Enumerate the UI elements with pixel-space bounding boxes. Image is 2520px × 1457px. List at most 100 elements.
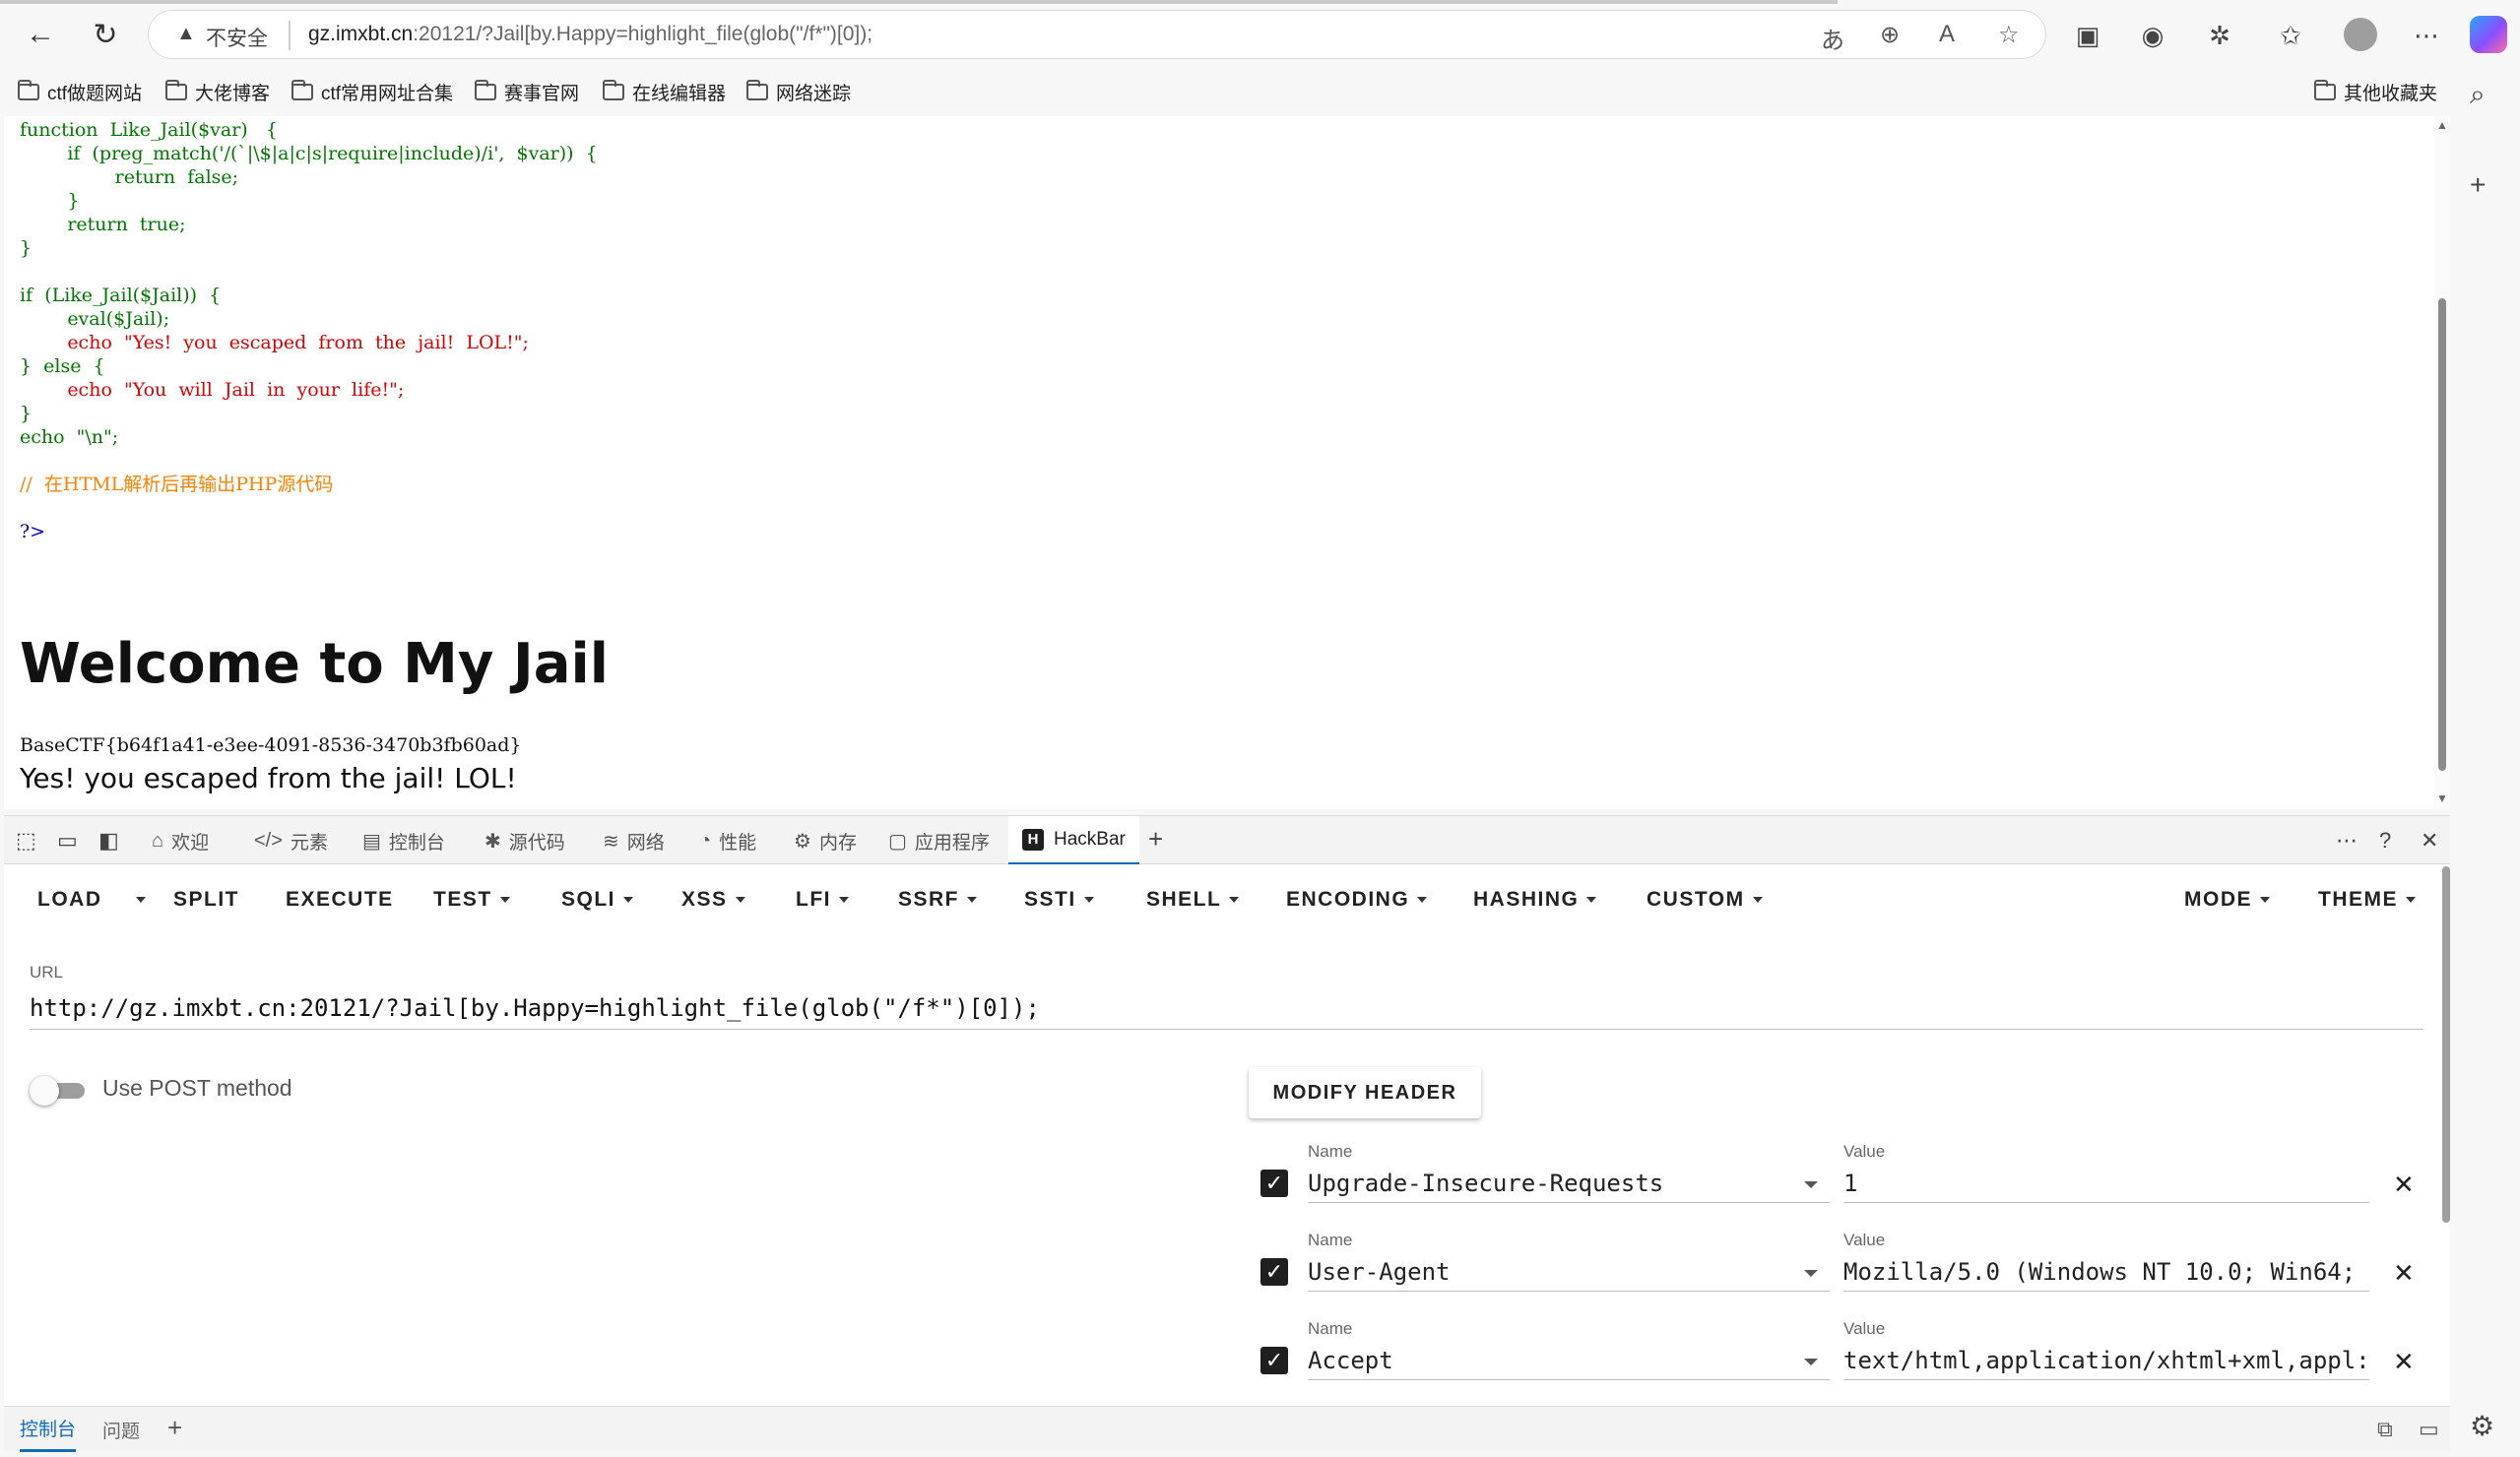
drawer-dock-icon[interactable]: ⧉ xyxy=(2377,1417,2393,1442)
remove-header-close-icon[interactable]: ✕ xyxy=(2393,1258,2415,1289)
split-button[interactable]: SPLIT xyxy=(173,888,239,912)
application-icon: ▢ xyxy=(888,830,907,853)
address-url[interactable]: gz.imxbt.cn:20121/?Jail[by.Happy=highlig… xyxy=(308,23,872,46)
dock-icon[interactable]: ◧ xyxy=(98,828,119,854)
add-tab-icon[interactable]: + xyxy=(1148,824,1163,855)
bookmark-folder[interactable]: 网络迷踪 xyxy=(746,75,851,108)
header-name-field[interactable]: User-Agent xyxy=(1308,1252,1830,1292)
translate-icon[interactable]: あ xyxy=(1821,21,1844,55)
read-aloud-icon[interactable]: A xyxy=(1939,21,1955,48)
back-icon[interactable]: ← xyxy=(20,14,61,55)
inspect-icon[interactable]: ⬚ xyxy=(16,828,36,854)
execute-button[interactable]: EXECUTE xyxy=(286,888,394,912)
extension-circle-icon[interactable]: ◉ xyxy=(2133,16,2172,55)
url-input[interactable] xyxy=(30,986,2423,1030)
scrollbar-thumb[interactable] xyxy=(2438,298,2446,771)
other-bookmarks[interactable]: 其他收藏夹 xyxy=(2314,75,2437,108)
drawer-minimize-icon[interactable]: ▭ xyxy=(2419,1417,2439,1442)
zoom-icon[interactable]: ⊕ xyxy=(1880,21,1900,49)
markdown-extension-icon[interactable]: ▣ xyxy=(2068,16,2107,55)
copilot-icon[interactable] xyxy=(2470,16,2507,53)
tab-sources[interactable]: ✱ 源代码 xyxy=(485,816,565,865)
extensions-puzzle-icon[interactable]: ✲ xyxy=(2200,16,2239,55)
profile-avatar[interactable] xyxy=(2344,18,2377,51)
header-value-field[interactable]: 1 xyxy=(1843,1164,2369,1203)
chevron-down-icon[interactable] xyxy=(1804,1181,1818,1188)
favorites-icon[interactable]: ✩ xyxy=(2271,16,2310,55)
hashing-menu[interactable]: HASHING xyxy=(1473,888,1597,912)
code-comment: // 在HTML解析后再输出PHP源代码 xyxy=(20,474,334,495)
chevron-down-icon xyxy=(2406,897,2416,904)
code-line: eval($Jail); xyxy=(20,308,170,330)
scrollbar-thumb[interactable] xyxy=(2442,866,2450,1223)
refresh-icon[interactable]: ↻ xyxy=(85,14,126,55)
close-devtools-icon[interactable]: ✕ xyxy=(2421,828,2438,854)
tab-performance[interactable]: ◔ 性能 xyxy=(699,816,756,865)
more-options-icon[interactable]: ⋯ xyxy=(2336,828,2358,854)
tab-network[interactable]: ≋ 网络 xyxy=(603,816,665,865)
remove-header-close-icon[interactable]: ✕ xyxy=(2393,1170,2415,1200)
xss-menu[interactable]: XSS xyxy=(681,888,745,912)
bookmark-folder[interactable]: 大佬博客 xyxy=(165,75,270,108)
header-value-field[interactable]: text/html,application/xhtml+xml,appl: xyxy=(1843,1341,2369,1380)
chevron-down-icon[interactable] xyxy=(1804,1270,1818,1277)
favorite-star-icon[interactable]: ☆ xyxy=(1998,21,2020,49)
settings-gear-icon[interactable]: ⚙ xyxy=(2470,1410,2494,1442)
theme-menu[interactable]: THEME xyxy=(2318,888,2416,912)
header-name-field[interactable]: Upgrade-Insecure-Requests xyxy=(1308,1164,1830,1203)
bookmark-folder[interactable]: 在线编辑器 xyxy=(603,75,726,108)
header-value-field[interactable]: Mozilla/5.0 (Windows NT 10.0; Win64; xyxy=(1843,1252,2369,1292)
url-host: gz.imxbt.cn xyxy=(308,23,414,45)
browser-toolbar: ← ↻ ▲ 不安全 gz.imxbt.cn:20121/?Jail[by.Hap… xyxy=(0,0,2520,69)
ssrf-menu[interactable]: SSRF xyxy=(898,888,978,912)
remove-header-close-icon[interactable]: ✕ xyxy=(2393,1347,2415,1377)
hackbar-scrollbar[interactable] xyxy=(2442,864,2450,1406)
modify-header-button[interactable]: MODIFY HEADER xyxy=(1249,1067,1481,1118)
tab-application[interactable]: ▢ 应用程序 xyxy=(888,816,990,865)
bookmark-label: 其他收藏夹 xyxy=(2344,83,2438,104)
load-dropdown-caret[interactable] xyxy=(128,888,146,912)
scroll-down-icon[interactable]: ▼ xyxy=(2436,792,2448,805)
tab-welcome[interactable]: ⌂ 欢迎 xyxy=(152,816,209,865)
encoding-menu[interactable]: ENCODING xyxy=(1286,888,1428,912)
tab-label: HackBar xyxy=(1054,828,1126,850)
load-button[interactable]: LOAD xyxy=(37,888,102,912)
tab-console[interactable]: ▤ 控制台 xyxy=(362,816,445,865)
page-scrollbar[interactable]: ▲ ▼ xyxy=(2434,116,2450,809)
tab-memory[interactable]: ⚙ 内存 xyxy=(794,816,857,865)
chevron-down-icon[interactable] xyxy=(1804,1359,1818,1365)
code-line: if (Like_Jail($Jail)) { xyxy=(20,285,222,306)
header-enabled-checkbox[interactable]: ✓ xyxy=(1260,1258,1288,1286)
header-value-label: Value xyxy=(1843,1142,1886,1161)
security-label[interactable]: 不安全 xyxy=(206,23,268,52)
header-enabled-checkbox[interactable]: ✓ xyxy=(1260,1170,1288,1197)
search-icon[interactable]: ⌕ xyxy=(2470,79,2486,111)
drawer-tab-issues[interactable]: 问题 xyxy=(102,1407,140,1452)
bookmark-folder[interactable]: ctf做题网站 xyxy=(18,75,142,108)
header-name-field[interactable]: Accept xyxy=(1308,1341,1830,1380)
bookmark-folder[interactable]: ctf常用网址合集 xyxy=(291,75,453,108)
post-method-toggle[interactable] xyxy=(30,1076,87,1106)
tab-elements[interactable]: </> 元素 xyxy=(254,816,328,865)
add-drawer-tab-icon[interactable]: + xyxy=(167,1413,182,1443)
mode-menu[interactable]: MODE xyxy=(2184,888,2270,912)
help-icon[interactable]: ? xyxy=(2379,828,2391,854)
tab-hackbar[interactable]: H HackBar xyxy=(1008,816,1139,865)
drawer-tab-console[interactable]: 控制台 xyxy=(20,1407,77,1452)
device-toggle-icon[interactable]: ▭ xyxy=(57,828,78,854)
address-bar[interactable]: ▲ 不安全 gz.imxbt.cn:20121/?Jail[by.Happy=h… xyxy=(148,10,2046,59)
custom-menu[interactable]: CUSTOM xyxy=(1647,888,1763,912)
lfi-menu[interactable]: LFI xyxy=(796,888,849,912)
bookmark-label: 赛事官网 xyxy=(504,83,580,104)
sqli-menu[interactable]: SQLI xyxy=(561,888,634,912)
console-icon: ▤ xyxy=(362,830,381,853)
add-icon[interactable]: + xyxy=(2470,169,2486,201)
bookmark-folder[interactable]: 赛事官网 xyxy=(475,75,579,108)
shell-menu[interactable]: SHELL xyxy=(1146,888,1240,912)
more-menu-icon[interactable]: ⋯ xyxy=(2407,16,2446,55)
header-name-label: Name xyxy=(1308,1142,1353,1161)
ssti-menu[interactable]: SSTI xyxy=(1024,888,1094,912)
header-enabled-checkbox[interactable]: ✓ xyxy=(1260,1347,1288,1374)
scroll-up-icon[interactable]: ▲ xyxy=(2436,118,2448,132)
test-menu[interactable]: TEST xyxy=(433,888,510,912)
